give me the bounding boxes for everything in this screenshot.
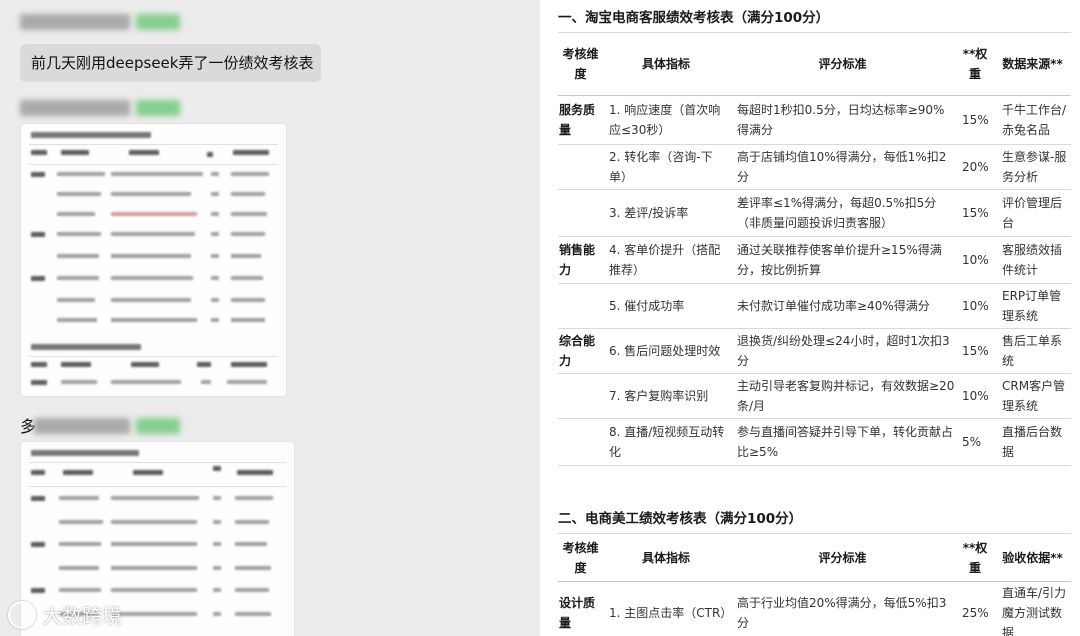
row-dimension: 设计质量 xyxy=(559,596,596,630)
row-source: 生意参谋-服务分析 xyxy=(1002,150,1067,184)
sender-tag-blurred xyxy=(136,418,180,434)
customer-service-kpi-table: 考核维度 具体指标 评分标准 **权重 数据来源** 服务质量 1. 响应速度（… xyxy=(558,32,1071,466)
row-indicator: 8. 直播/短视频互动转化 xyxy=(609,425,725,459)
row-dimension xyxy=(558,284,603,329)
row-source: 千牛工作台/赤兔名品 xyxy=(1002,103,1067,137)
row-weight: 10% xyxy=(962,253,989,267)
row-source: ERP订单管理系统 xyxy=(1002,289,1062,323)
row-indicator: 1. 主图点击率（CTR） xyxy=(609,606,733,620)
sender-tag-blurred xyxy=(136,14,180,30)
row-standard: 参与直播间答疑并引导下单，转化贡献占比≥5% xyxy=(737,425,954,459)
image-thumbnail-customer-service[interactable] xyxy=(20,123,287,397)
header-source: 验收依据** xyxy=(1002,550,1063,565)
header-weight: **权重 xyxy=(962,47,988,81)
row-source: 客服绩效插件统计 xyxy=(1002,243,1063,277)
row-indicator: 1. 响应速度（首次响应≤30秒） xyxy=(609,103,721,137)
table-row: 设计质量 1. 主图点击率（CTR） 高于行业均值20%得满分，每低5%扣3分 … xyxy=(558,582,1071,636)
row-source: 售后工单系统 xyxy=(1002,334,1063,368)
sender-name-blurred xyxy=(20,100,130,116)
row-weight: 5% xyxy=(962,435,982,449)
row-weight: 10% xyxy=(962,299,989,313)
sender-name-blurred xyxy=(34,418,130,434)
section2-title: 二、电商美工绩效考核表（满分100分） xyxy=(558,511,803,527)
header-dimension: 考核维度 xyxy=(562,540,599,575)
row-indicator: 2. 转化率（咨询-下单） xyxy=(609,150,713,184)
row-dimension: 销售能力 xyxy=(559,243,596,277)
row-indicator: 5. 催付成功率 xyxy=(609,299,685,313)
row-dimension xyxy=(558,145,603,190)
designer-kpi-table: 考核维度 具体指标 评分标准 **权重 验收依据** 设计质量 1. 主图点击率… xyxy=(558,533,1071,636)
watermark-circle-icon xyxy=(8,600,36,629)
row-standard: 每超时1秒扣0.5分，日均达标率≥90%得满分 xyxy=(737,103,945,137)
header-indicator: 具体指标 xyxy=(641,57,690,71)
row-dimension xyxy=(558,419,603,466)
row-dimension: 综合能力 xyxy=(559,334,596,368)
message-bubble[interactable]: 前几天刚用deepseek弄了一份绩效考核表 xyxy=(20,44,321,82)
row-standard: 未付款订单催付成功率≥40%得满分 xyxy=(737,299,930,313)
watermark-logo: 大数跨境 xyxy=(8,600,122,629)
row-weight: 10% xyxy=(962,389,989,403)
row-weight: 25% xyxy=(962,606,989,620)
row-standard: 退换货/纠纷处理≤24小时，超时1次扣3分 xyxy=(737,334,950,368)
table-row: 3. 差评/投诉率 差评率≤1%得满分，每超0.5%扣5分（非质量问题投诉归责客… xyxy=(558,190,1071,237)
row-source: 直播后台数据 xyxy=(1002,425,1063,459)
row-weight: 15% xyxy=(962,206,989,220)
table-header-row: 考核维度 具体指标 评分标准 **权重 验收依据** xyxy=(558,533,1071,582)
row-standard: 通过关联推荐使客单价提升≥15%得满分，按比例折算 xyxy=(737,243,942,277)
row-dimension xyxy=(558,190,603,237)
header-standard: 评分标准 xyxy=(818,57,867,71)
sender-tag-blurred xyxy=(136,100,180,116)
row-standard: 差评率≤1%得满分，每超0.5%扣5分（非质量问题投诉归责客服） xyxy=(737,196,937,230)
document-pane: 一、淘宝电商客服绩效考核表（满分100分） 考核维度 具体指标 评分标准 **权… xyxy=(540,0,1080,636)
table-row: 销售能力 4. 客单价提升（搭配推荐） 通过关联推荐使客单价提升≥15%得满分，… xyxy=(558,237,1071,284)
header-source: 数据来源** xyxy=(1002,57,1063,71)
watermark-text: 大数跨境 xyxy=(42,604,122,628)
row-dimension: 服务质量 xyxy=(559,103,596,137)
row-indicator: 6. 售后问题处理时效 xyxy=(609,344,721,358)
table-row: 7. 客户复购率识别 主动引导老客复购并标记，有效数据≥20条/月 10% CR… xyxy=(558,374,1071,419)
row-source: CRM客户管理系统 xyxy=(1002,379,1066,413)
row-indicator: 3. 差评/投诉率 xyxy=(609,206,689,220)
row-indicator: 7. 客户复购率识别 xyxy=(609,389,709,403)
row-dimension xyxy=(558,374,603,419)
header-weight: **权重 xyxy=(962,540,988,575)
sender-name-blurred xyxy=(20,14,130,30)
header-standard: 评分标准 xyxy=(818,550,867,565)
header-dimension: 考核维度 xyxy=(562,47,599,81)
chat-pane: 前几天刚用deepseek弄了一份绩效考核表 多 大数跨境 xyxy=(0,0,540,636)
table-row: 服务质量 1. 响应速度（首次响应≤30秒） 每超时1秒扣0.5分，日均达标率≥… xyxy=(558,96,1071,145)
row-standard: 主动引导老客复购并标记，有效数据≥20条/月 xyxy=(737,379,955,413)
row-standard: 高于行业均值20%得满分，每低5%扣3分 xyxy=(737,596,947,630)
header-indicator: 具体指标 xyxy=(641,550,690,565)
row-weight: 20% xyxy=(962,160,989,174)
row-indicator: 4. 客单价提升（搭配推荐） xyxy=(609,243,721,277)
row-weight: 15% xyxy=(962,113,989,127)
table-header-row: 考核维度 具体指标 评分标准 **权重 数据来源** xyxy=(558,32,1071,96)
row-source: 评价管理后台 xyxy=(1002,196,1063,230)
row-source: 直通车/引力魔方测试数据 xyxy=(1002,586,1067,636)
table-row: 8. 直播/短视频互动转化 参与直播间答疑并引导下单，转化贡献占比≥5% 5% … xyxy=(558,419,1071,466)
table-row: 综合能力 6. 售后问题处理时效 退换货/纠纷处理≤24小时，超时1次扣3分 1… xyxy=(558,329,1071,374)
section1-title: 一、淘宝电商客服绩效考核表（满分100分） xyxy=(558,10,830,26)
row-weight: 15% xyxy=(962,344,989,358)
row-standard: 高于店铺均值10%得满分，每低1%扣2分 xyxy=(737,150,947,184)
table-row: 5. 催付成功率 未付款订单催付成功率≥40%得满分 10% ERP订单管理系统 xyxy=(558,284,1071,329)
table-row: 2. 转化率（咨询-下单） 高于店铺均值10%得满分，每低1%扣2分 20% 生… xyxy=(558,145,1071,190)
